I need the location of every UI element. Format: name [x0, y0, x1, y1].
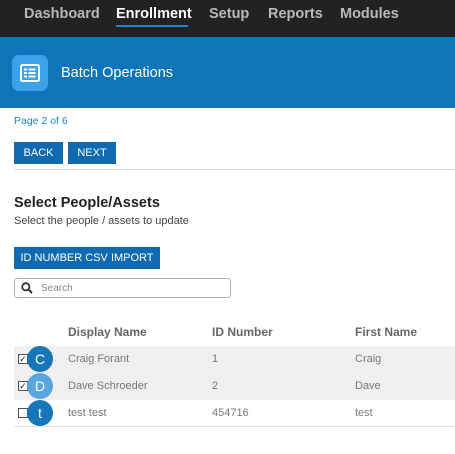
section-subtitle: Select the people / assets to update: [14, 215, 189, 227]
id-number-csv-import-button[interactable]: ID NUMBER CSV IMPORT: [14, 247, 160, 269]
search-box[interactable]: [14, 278, 231, 298]
avatar: C: [27, 346, 53, 372]
page-indicator: Page 2 of 6: [14, 115, 68, 127]
top-navigation: Dashboard Enrollment Setup Reports Modul…: [0, 0, 455, 37]
cell-first-name: Dave: [355, 380, 381, 392]
column-header-display-name[interactable]: Display Name: [68, 325, 147, 339]
back-button[interactable]: BACK: [14, 142, 63, 164]
section-title: Select People/Assets: [14, 195, 160, 211]
nav-enrollment[interactable]: Enrollment: [116, 6, 192, 22]
cell-id-number: 454716: [212, 407, 249, 419]
avatar: t: [27, 400, 53, 426]
search-icon: [21, 282, 33, 294]
list-icon: [12, 55, 48, 91]
cell-first-name: Craig: [355, 353, 382, 365]
cell-display-name: Dave Schroeder: [68, 380, 148, 392]
divider: [14, 169, 455, 170]
page-title: Batch Operations: [61, 65, 174, 81]
cell-id-number: 1: [212, 353, 219, 365]
table-row[interactable]: ✓ C Craig Forant 1 Craig: [14, 346, 455, 373]
nav-setup[interactable]: Setup: [209, 6, 249, 22]
page-header-banner: Batch Operations: [0, 37, 455, 108]
column-header-id-number[interactable]: ID Number: [212, 325, 273, 339]
nav-reports[interactable]: Reports: [268, 6, 323, 22]
column-header-first-name[interactable]: First Name: [355, 325, 417, 339]
cell-display-name: Craig Forant: [68, 353, 130, 365]
active-nav-underline: [116, 25, 188, 27]
search-input[interactable]: [41, 281, 227, 295]
next-button[interactable]: NEXT: [68, 142, 116, 164]
nav-modules[interactable]: Modules: [340, 6, 399, 22]
cell-first-name: test: [355, 407, 373, 419]
table-row[interactable]: t test test 454716 test: [14, 400, 455, 427]
cell-display-name: test test: [68, 407, 107, 419]
cell-id-number: 2: [212, 380, 219, 392]
table-row[interactable]: ✓ D Dave Schroeder 2 Dave: [14, 373, 455, 400]
avatar: D: [27, 373, 53, 399]
nav-dashboard[interactable]: Dashboard: [24, 6, 100, 22]
